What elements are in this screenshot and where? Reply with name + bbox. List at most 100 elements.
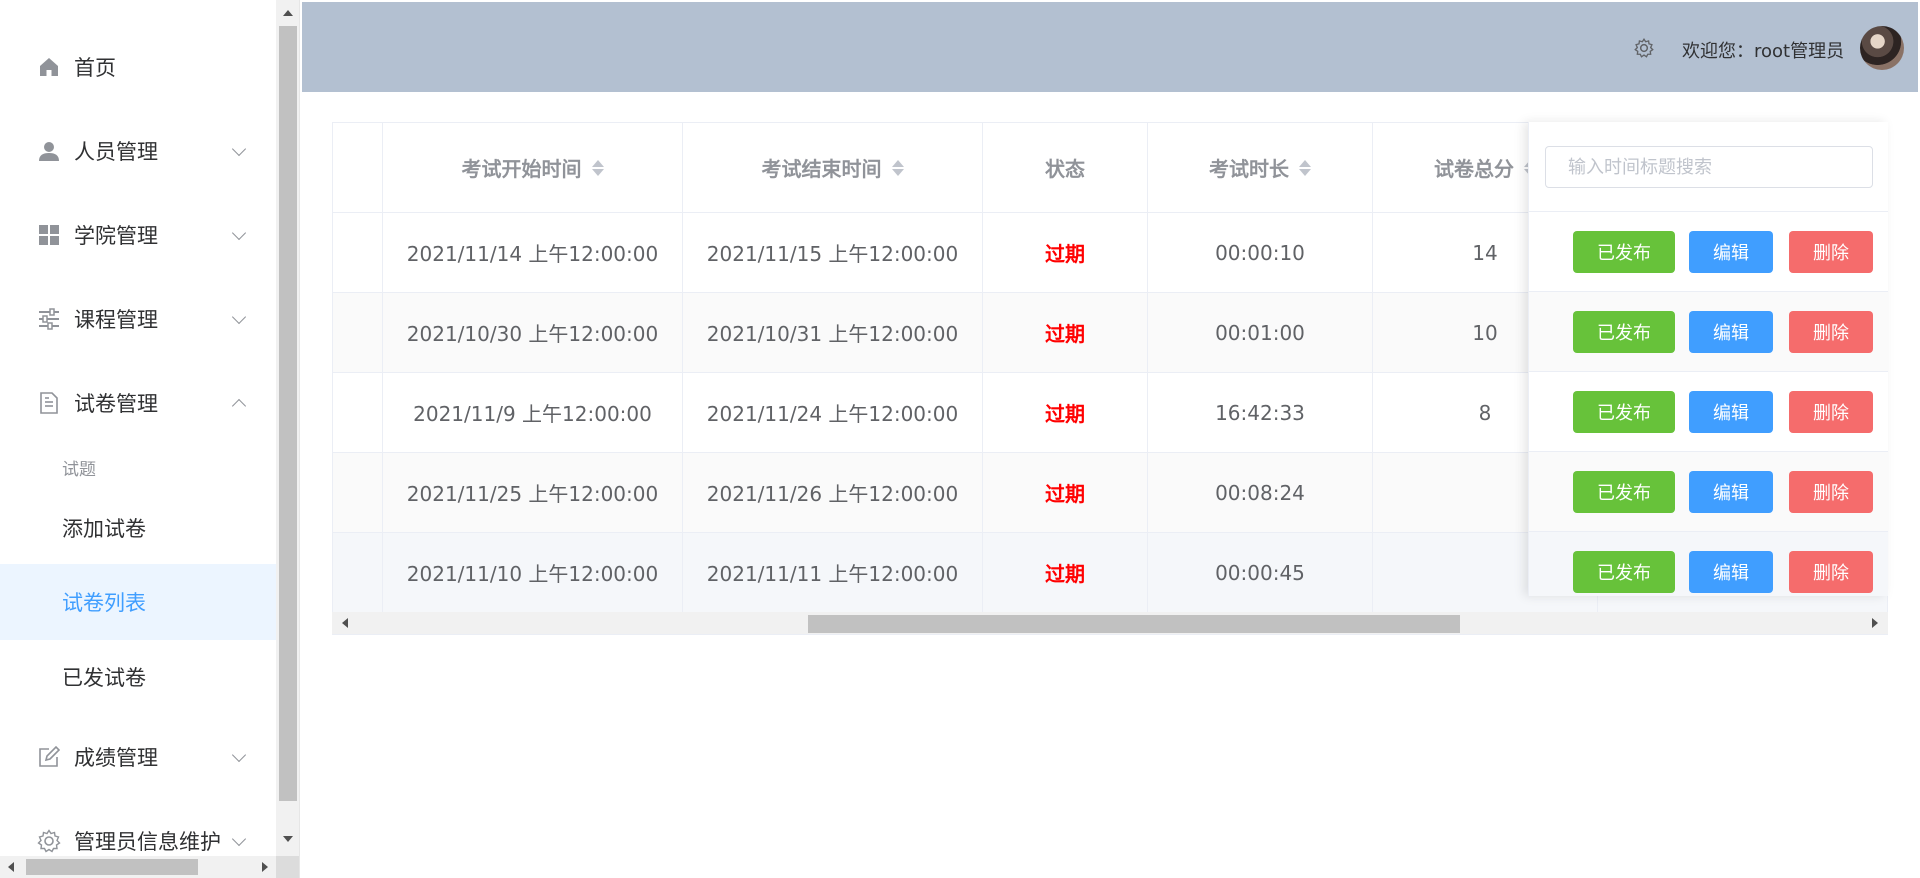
delete-button[interactable]: 删除 bbox=[1789, 231, 1873, 273]
action-row: 已发布 编辑 删除 bbox=[1529, 532, 1888, 596]
cell-status: 过期 bbox=[983, 373, 1148, 452]
status-badge: 过期 bbox=[1045, 482, 1085, 506]
cell-text: 16:42:33 bbox=[1215, 400, 1305, 425]
sidebar-item-home[interactable]: 首页 bbox=[0, 32, 276, 102]
sidebar-item-exam-papers[interactable]: 试卷管理 bbox=[0, 368, 276, 438]
cell-text: 2021/11/25 上午12:00:00 bbox=[406, 482, 659, 506]
cell-text: 2021/11/11 上午12:00:00 bbox=[706, 562, 959, 586]
column-header-label: 试卷总分 bbox=[1434, 157, 1514, 181]
scrollbar-thumb[interactable] bbox=[279, 26, 297, 801]
selection-cell bbox=[333, 293, 383, 372]
cell-status: 过期 bbox=[983, 533, 1148, 612]
cell-text: 10 bbox=[1472, 320, 1498, 345]
scroll-right-arrow-icon[interactable] bbox=[1872, 618, 1878, 628]
welcome-text: 欢迎您：root管理员 bbox=[1682, 41, 1845, 62]
delete-button[interactable]: 删除 bbox=[1789, 471, 1873, 513]
status-badge: 过期 bbox=[1045, 242, 1085, 266]
publish-button[interactable]: 已发布 bbox=[1573, 471, 1675, 513]
column-header-start-time[interactable]: 考试开始时间 bbox=[383, 123, 683, 212]
cell-text: 00:01:00 bbox=[1215, 320, 1305, 345]
delete-button[interactable]: 删除 bbox=[1789, 551, 1873, 593]
publish-button[interactable]: 已发布 bbox=[1573, 231, 1675, 273]
sidebar-item-college[interactable]: 学院管理 bbox=[0, 200, 276, 270]
cell-duration: 00:08:24 bbox=[1148, 453, 1373, 532]
cell-start: 2021/10/30 上午12:00:00 bbox=[383, 293, 683, 372]
sort-icon[interactable] bbox=[591, 158, 604, 178]
chevron-down-icon bbox=[231, 225, 247, 241]
scroll-left-arrow-icon[interactable] bbox=[342, 618, 348, 628]
avatar[interactable] bbox=[1860, 26, 1904, 70]
column-header-label: 状态 bbox=[1045, 157, 1085, 181]
scrollbar-thumb[interactable] bbox=[808, 615, 1460, 633]
gear-icon bbox=[36, 828, 62, 854]
sidebar-item-label: 管理员信息维护 bbox=[74, 830, 221, 854]
sidebar-subitem-add-paper[interactable]: 添加试卷 bbox=[0, 492, 276, 564]
cell-start: 2021/11/25 上午12:00:00 bbox=[383, 453, 683, 532]
column-header-duration[interactable]: 考试时长 bbox=[1148, 123, 1373, 212]
publish-button[interactable]: 已发布 bbox=[1573, 311, 1675, 353]
document-icon bbox=[36, 390, 62, 416]
cell-text: 00:08:24 bbox=[1215, 480, 1305, 505]
selection-column-header bbox=[333, 123, 383, 212]
cell-text: 00:00:10 bbox=[1215, 240, 1305, 265]
cell-text: 2021/11/26 上午12:00:00 bbox=[706, 482, 959, 506]
sidebar-item-course[interactable]: 课程管理 bbox=[0, 284, 276, 354]
cell-text: 2021/11/24 上午12:00:00 bbox=[706, 402, 959, 426]
sidebar-subitem-published-papers[interactable]: 已发试卷 bbox=[0, 640, 276, 714]
status-badge: 过期 bbox=[1045, 402, 1085, 426]
sidebar-vertical-scrollbar[interactable] bbox=[276, 0, 299, 856]
home-icon bbox=[36, 54, 62, 80]
cell-start: 2021/11/10 上午12:00:00 bbox=[383, 533, 683, 612]
edit-button[interactable]: 编辑 bbox=[1689, 551, 1773, 593]
column-header-label: 考试开始时间 bbox=[461, 157, 582, 181]
selection-cell bbox=[333, 533, 383, 612]
table-horizontal-scrollbar[interactable] bbox=[332, 612, 1888, 634]
cell-duration: 00:00:10 bbox=[1148, 213, 1373, 292]
edit-button[interactable]: 编辑 bbox=[1689, 311, 1773, 353]
user-icon bbox=[36, 138, 62, 164]
cell-text: 2021/10/30 上午12:00:00 bbox=[406, 322, 659, 346]
chevron-down-icon bbox=[231, 747, 247, 763]
delete-button[interactable]: 删除 bbox=[1789, 391, 1873, 433]
selection-cell bbox=[333, 373, 383, 452]
chevron-up-icon bbox=[231, 398, 247, 414]
column-header-end-time[interactable]: 考试结束时间 bbox=[683, 123, 983, 212]
scroll-up-arrow-icon[interactable] bbox=[283, 10, 293, 16]
chevron-down-icon bbox=[231, 141, 247, 157]
publish-button[interactable]: 已发布 bbox=[1573, 551, 1675, 593]
action-row: 已发布 编辑 删除 bbox=[1529, 212, 1888, 292]
sort-icon[interactable] bbox=[891, 158, 904, 178]
column-header-status: 状态 bbox=[983, 123, 1148, 212]
cell-text: 8 bbox=[1478, 400, 1492, 425]
edit-button[interactable]: 编辑 bbox=[1689, 231, 1773, 273]
settings-gear-icon[interactable] bbox=[1634, 38, 1654, 58]
cell-end: 2021/11/24 上午12:00:00 bbox=[683, 373, 983, 452]
cell-text: 2021/11/14 上午12:00:00 bbox=[406, 242, 659, 266]
sidebar-horizontal-scrollbar[interactable] bbox=[0, 856, 276, 878]
selection-cell bbox=[333, 213, 383, 292]
action-row: 已发布 编辑 删除 bbox=[1529, 292, 1888, 372]
sort-icon[interactable] bbox=[1299, 158, 1311, 178]
scrollbar-thumb[interactable] bbox=[26, 859, 198, 875]
search-input[interactable] bbox=[1545, 146, 1873, 188]
scroll-left-arrow-icon[interactable] bbox=[8, 862, 14, 872]
cell-end: 2021/11/11 上午12:00:00 bbox=[683, 533, 983, 612]
sidebar-item-grades[interactable]: 成绩管理 bbox=[0, 722, 276, 792]
cell-duration: 16:42:33 bbox=[1148, 373, 1373, 452]
delete-button[interactable]: 删除 bbox=[1789, 311, 1873, 353]
publish-button[interactable]: 已发布 bbox=[1573, 391, 1675, 433]
sidebar-item-personnel[interactable]: 人员管理 bbox=[0, 116, 276, 186]
sidebar-subitem-paper-list[interactable]: 试卷列表 bbox=[0, 564, 276, 640]
status-badge: 过期 bbox=[1045, 562, 1085, 586]
cell-start: 2021/11/9 上午12:00:00 bbox=[383, 373, 683, 452]
edit-button[interactable]: 编辑 bbox=[1689, 391, 1773, 433]
sidebar-item-label: 学院管理 bbox=[74, 224, 158, 248]
edit-button[interactable]: 编辑 bbox=[1689, 471, 1773, 513]
selection-cell bbox=[333, 453, 383, 532]
cell-end: 2021/11/26 上午12:00:00 bbox=[683, 453, 983, 532]
scroll-down-arrow-icon[interactable] bbox=[283, 836, 293, 842]
sidebar-item-label: 成绩管理 bbox=[74, 746, 158, 770]
column-header-label: 考试时长 bbox=[1209, 157, 1289, 181]
scroll-right-arrow-icon[interactable] bbox=[262, 862, 268, 872]
cell-text: 14 bbox=[1472, 240, 1498, 265]
